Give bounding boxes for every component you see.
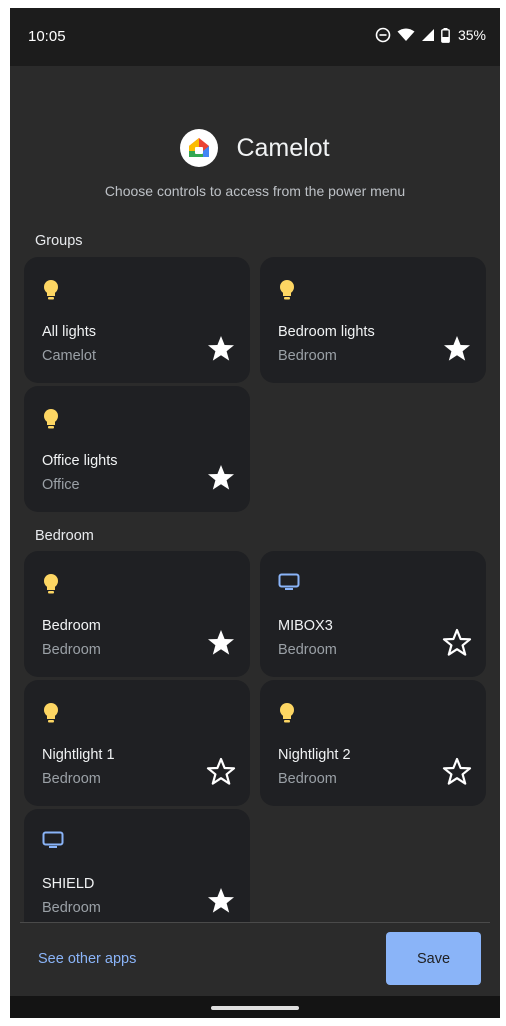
lightbulb-icon bbox=[42, 702, 60, 729]
star-filled-icon[interactable] bbox=[206, 628, 236, 663]
control-card[interactable]: Nightlight 2 Bedroom bbox=[260, 680, 486, 806]
lightbulb-icon bbox=[278, 702, 296, 729]
control-name: Office lights bbox=[42, 453, 118, 469]
battery-icon bbox=[441, 27, 450, 43]
control-card[interactable]: Nightlight 1 Bedroom bbox=[24, 680, 250, 806]
status-icons: 35% bbox=[375, 27, 486, 43]
control-name: Nightlight 1 bbox=[42, 747, 115, 763]
tv-icon bbox=[278, 573, 300, 596]
control-name: MIBOX3 bbox=[278, 618, 333, 634]
lightbulb-icon bbox=[42, 573, 60, 600]
control-room: Bedroom bbox=[42, 771, 101, 787]
do-not-disturb-icon bbox=[375, 27, 391, 43]
control-card[interactable]: All lights Camelot bbox=[24, 257, 250, 383]
control-name: Bedroom bbox=[42, 618, 101, 634]
subtitle: Choose controls to access from the power… bbox=[104, 183, 406, 199]
phone-screen: 10:05 35% Camelot Choose controls to acc… bbox=[10, 8, 500, 1018]
lightbulb-icon bbox=[278, 279, 296, 306]
star-outline-icon[interactable] bbox=[442, 628, 472, 663]
star-filled-icon[interactable] bbox=[442, 334, 472, 369]
status-time: 10:05 bbox=[28, 28, 66, 45]
star-filled-icon[interactable] bbox=[206, 463, 236, 498]
see-other-apps-link[interactable]: See other apps bbox=[38, 951, 136, 967]
control-room: Bedroom bbox=[278, 642, 337, 658]
section-label-bedroom: Bedroom bbox=[35, 528, 94, 544]
control-name: All lights bbox=[42, 324, 96, 340]
google-home-app-icon bbox=[180, 129, 219, 167]
controls-scroll-area[interactable]: Camelot Choose controls to access from t… bbox=[10, 66, 500, 922]
star-outline-icon[interactable] bbox=[206, 757, 236, 792]
control-card[interactable]: Bedroom lights Bedroom bbox=[260, 257, 486, 383]
control-room: Camelot bbox=[42, 348, 96, 364]
save-button[interactable]: Save bbox=[386, 932, 481, 985]
signal-icon bbox=[421, 28, 435, 42]
app-header: Camelot bbox=[10, 126, 500, 170]
control-name: Bedroom lights bbox=[278, 324, 375, 340]
control-card[interactable]: MIBOX3 Bedroom bbox=[260, 551, 486, 677]
navigation-bar bbox=[10, 996, 500, 1018]
star-outline-icon[interactable] bbox=[442, 757, 472, 792]
control-card[interactable]: Bedroom Bedroom bbox=[24, 551, 250, 677]
control-room: Bedroom bbox=[42, 900, 101, 916]
control-room: Bedroom bbox=[42, 642, 101, 658]
control-card[interactable]: SHIELD Bedroom bbox=[24, 809, 250, 922]
footer-divider bbox=[20, 922, 490, 923]
control-room: Office bbox=[42, 477, 80, 493]
star-filled-icon[interactable] bbox=[206, 334, 236, 369]
control-room: Bedroom bbox=[278, 771, 337, 787]
star-filled-icon[interactable] bbox=[206, 886, 236, 921]
tv-icon bbox=[42, 831, 64, 854]
status-bar: 10:05 35% bbox=[10, 8, 500, 66]
gesture-handle[interactable] bbox=[211, 1006, 299, 1010]
control-card[interactable]: Office lights Office bbox=[24, 386, 250, 512]
lightbulb-icon bbox=[42, 408, 60, 435]
wifi-icon bbox=[397, 28, 415, 42]
app-title: Camelot bbox=[236, 133, 330, 162]
control-room: Bedroom bbox=[278, 348, 337, 364]
lightbulb-icon bbox=[42, 279, 60, 306]
control-name: SHIELD bbox=[42, 876, 95, 892]
battery-percent: 35% bbox=[457, 27, 486, 43]
section-label-groups: Groups bbox=[35, 233, 83, 249]
control-name: Nightlight 2 bbox=[278, 747, 351, 763]
